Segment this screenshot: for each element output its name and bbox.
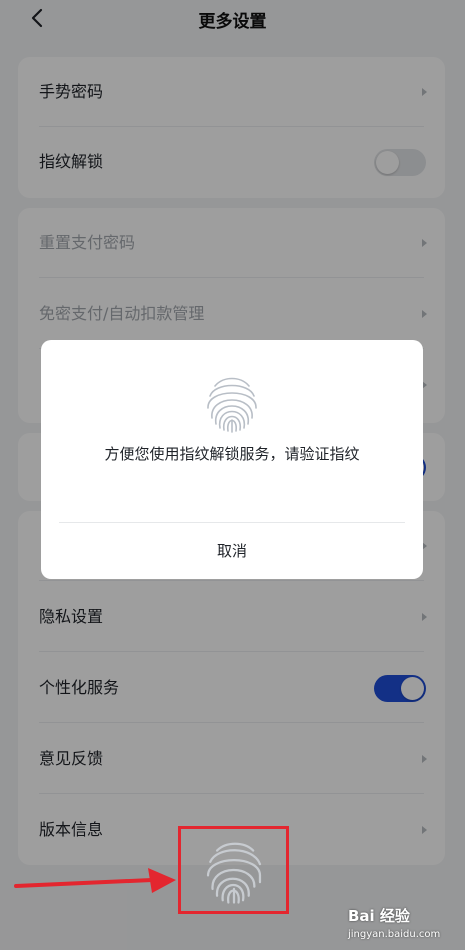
red-arrow-icon — [14, 868, 176, 893]
dialog-message: 方便您使用指纹解锁服务，请验证指纹 — [104, 445, 360, 463]
fingerprint-icon — [207, 377, 257, 433]
cancel-button[interactable]: 取消 — [41, 523, 423, 579]
fingerprint-sensor-icon — [206, 842, 262, 904]
watermark-url: jingyan.baidu.com — [348, 929, 441, 940]
fingerprint-dialog: 方便您使用指纹解锁服务，请验证指纹 取消 — [41, 340, 423, 579]
fingerprint-sensor-highlight[interactable] — [178, 826, 289, 914]
watermark-logo: Bai 经验 — [348, 907, 410, 925]
